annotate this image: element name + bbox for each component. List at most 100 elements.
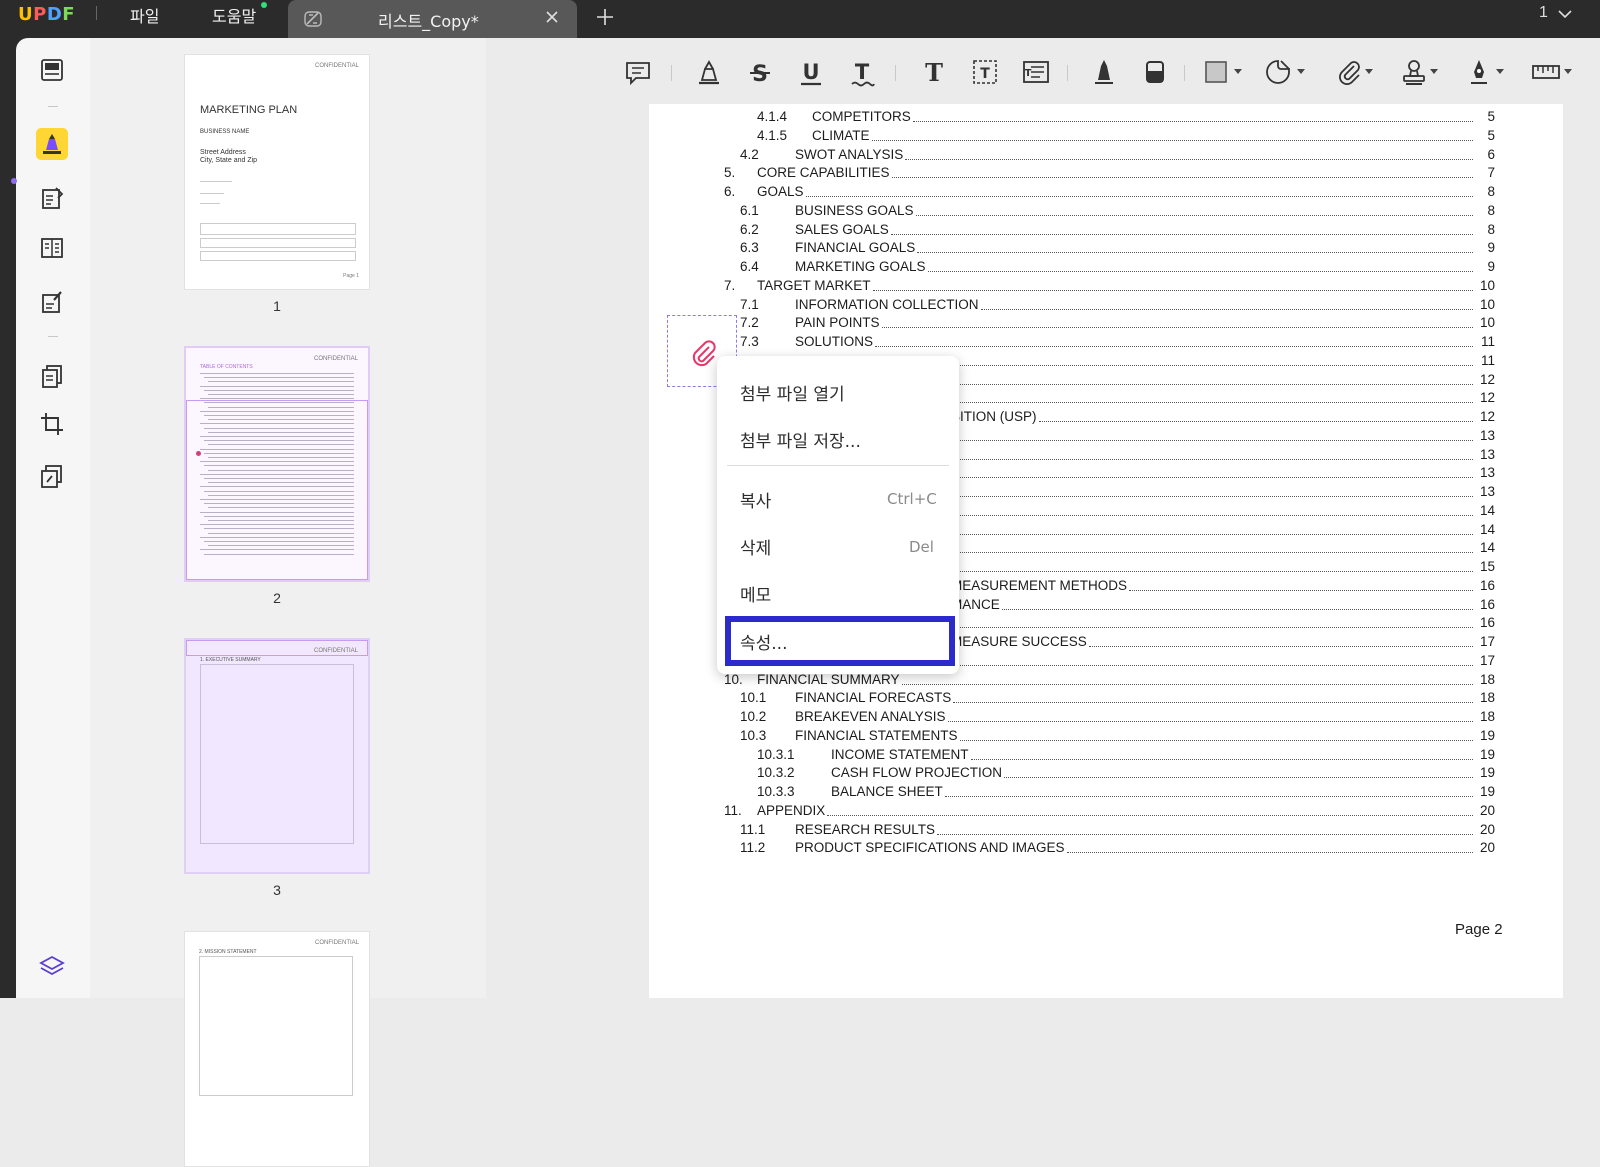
toc-row[interactable]: 7.1 INFORMATION COLLECTION 10	[649, 297, 1563, 315]
toc-page-number: 9	[1487, 259, 1495, 274]
toc-row[interactable]: 10.3 FINANCIAL STATEMENTS 19	[649, 728, 1563, 746]
caret-down-icon[interactable]	[1564, 69, 1572, 74]
toc-row[interactable]: 11. APPENDIX 20	[649, 803, 1563, 821]
signature-icon[interactable]	[1466, 56, 1492, 88]
fill-sign-icon[interactable]	[36, 286, 68, 318]
toc-title: RESEARCH RESULTS	[795, 821, 936, 837]
reader-icon[interactable]	[36, 54, 68, 86]
toc-row[interactable]: 10.3.2 CASH FLOW PROJECTION 19	[649, 765, 1563, 783]
add-tab-icon[interactable]	[594, 6, 616, 28]
toc-row[interactable]: 11.2 PRODUCT SPECIFICATIONS AND IMAGES 20	[649, 840, 1563, 858]
close-tab-icon[interactable]	[542, 7, 562, 27]
document-tab[interactable]: 리스트_Copy*	[288, 0, 577, 38]
text-icon[interactable]: T	[920, 56, 948, 88]
toc-row[interactable]: 10.1 FINANCIAL FORECASTS 18	[649, 690, 1563, 708]
toc-leader-dots	[949, 551, 1473, 554]
thumb-confidential: CONFIDENTIAL	[314, 940, 359, 946]
chevron-down-icon[interactable]	[1556, 7, 1574, 21]
text-callout-icon[interactable]: T	[1021, 56, 1051, 88]
toc-row[interactable]: 6.3 FINANCIAL GOALS 9	[649, 240, 1563, 258]
toc-leader-dots	[949, 533, 1473, 535]
toc-page-number: 16	[1479, 615, 1495, 631]
toc-row[interactable]: 11.1 RESEARCH RESULTS 20	[649, 822, 1563, 840]
menu-item-note[interactable]: 메모	[740, 581, 771, 606]
toc-row[interactable]: 6.4 MARKETING GOALS 9	[649, 259, 1563, 277]
menu-item-open-attachment[interactable]: 첨부 파일 열기	[740, 380, 845, 405]
menu-item-delete[interactable]: 삭제	[740, 534, 771, 559]
toc-row[interactable]: 10. FINANCIAL SUMMARY 18	[649, 672, 1563, 690]
caret-down-icon[interactable]	[1297, 69, 1305, 74]
shape-icon[interactable]	[1202, 56, 1230, 88]
stamp-icon[interactable]	[1400, 56, 1428, 88]
toc-row[interactable]: 4.1.4 COMPETITORS 5	[649, 109, 1563, 127]
caret-down-icon[interactable]	[1430, 69, 1438, 74]
toc-page-number: 19	[1479, 746, 1495, 762]
menu-file[interactable]: 파일	[130, 3, 159, 27]
menu-item-properties[interactable]: 속성...	[740, 629, 788, 654]
thumb-line	[200, 203, 220, 204]
comment-highlighter-icon[interactable]	[36, 128, 68, 160]
organize-pages-icon[interactable]	[36, 360, 68, 392]
menu-help[interactable]: 도움말	[212, 3, 256, 27]
toc-title: BUSINESS GOALS	[795, 202, 914, 218]
toc-row[interactable]: 4.1.5 CLIMATE 5	[649, 128, 1563, 146]
edit-pdf-icon[interactable]	[36, 182, 68, 214]
caret-down-icon[interactable]	[1496, 69, 1504, 74]
menu-item-save-attachment[interactable]: 첨부 파일 저장...	[740, 427, 861, 452]
svg-text:T: T	[855, 60, 870, 84]
measure-icon[interactable]	[1530, 56, 1562, 88]
underline-icon[interactable]: U	[798, 56, 824, 88]
toc-row[interactable]: 6. GOALS 8	[649, 184, 1563, 202]
toc-title: MEASUREMENT METHODS	[951, 577, 1128, 593]
annotation-toolbar: S U T T T T	[486, 38, 1600, 104]
toc-row[interactable]: 5. CORE CAPABILITIES 7	[649, 165, 1563, 183]
toc-row[interactable]: 6.1 BUSINESS GOALS 8	[649, 203, 1563, 221]
toc-title: PAIN POINTS	[795, 315, 880, 331]
toc-number: 10.3.3	[757, 784, 795, 799]
toc-page-number: 16	[1479, 596, 1495, 612]
sticker-icon[interactable]	[1263, 56, 1293, 88]
toc-leader-dots	[1039, 420, 1473, 422]
caret-down-icon[interactable]	[1234, 69, 1242, 74]
page-indicator[interactable]: 1	[1539, 4, 1548, 22]
toc-number: 10.3.2	[757, 765, 795, 781]
highlight-icon[interactable]	[696, 56, 722, 88]
toc-row[interactable]: 7. TARGET MARKET 10	[649, 278, 1563, 296]
caret-down-icon[interactable]	[1365, 69, 1373, 74]
toc-title: GOALS	[757, 184, 804, 199]
toc-row[interactable]: 6.2 SALES GOALS 8	[649, 222, 1563, 240]
eraser-icon[interactable]	[1143, 56, 1167, 88]
delete-shortcut: Del	[909, 538, 934, 556]
toc-leader-dots	[948, 720, 1473, 722]
toc-page-number: 8	[1487, 202, 1495, 218]
toc-row[interactable]: 10.3.3 BALANCE SHEET 19	[649, 784, 1563, 802]
toc-page-number: 13	[1479, 446, 1495, 462]
context-menu: 첨부 파일 열기 첨부 파일 저장... 복사 Ctrl+C 삭제 Del 메모…	[717, 356, 959, 674]
layers-icon[interactable]	[36, 950, 68, 982]
toc-row[interactable]: 7.2 PAIN POINTS 10	[649, 315, 1563, 333]
toc-row[interactable]: 4.2 SWOT ANALYSIS 6	[649, 147, 1563, 165]
toc-leader-dots	[949, 626, 1473, 629]
toolbar-separator	[895, 65, 896, 81]
menu-item-properties-highlight[interactable]: 속성...	[725, 616, 955, 666]
thumbnail-image: CONFIDENTIAL 2. MISSION STATEMENT	[184, 931, 370, 1167]
toc-row[interactable]: 10.3.1 INCOME STATEMENT 19	[649, 747, 1563, 765]
strikethrough-icon[interactable]: S	[747, 56, 773, 88]
toc-page-number: 14	[1479, 521, 1495, 537]
squiggly-icon[interactable]: T	[849, 56, 875, 88]
comment-icon[interactable]	[624, 56, 652, 88]
toc-row[interactable]: 10.2 BREAKEVEN ANALYSIS 18	[649, 709, 1563, 727]
crop-icon[interactable]	[36, 408, 68, 440]
page-tools-icon[interactable]	[36, 460, 68, 492]
attachment-icon[interactable]	[1335, 56, 1363, 88]
toc-leader-dots	[1002, 608, 1473, 610]
toc-title: FINANCIAL GOALS	[795, 240, 916, 256]
thumb-line	[208, 394, 354, 395]
thumb-line	[204, 389, 354, 391]
form-icon[interactable]	[36, 232, 68, 264]
toc-leader-dots	[872, 139, 1473, 141]
textbox-icon[interactable]: T	[971, 56, 999, 88]
pencil-icon[interactable]	[1092, 56, 1116, 88]
toc-row[interactable]: 7.3 SOLUTIONS 11	[649, 334, 1563, 352]
menu-item-copy[interactable]: 복사	[740, 487, 771, 512]
